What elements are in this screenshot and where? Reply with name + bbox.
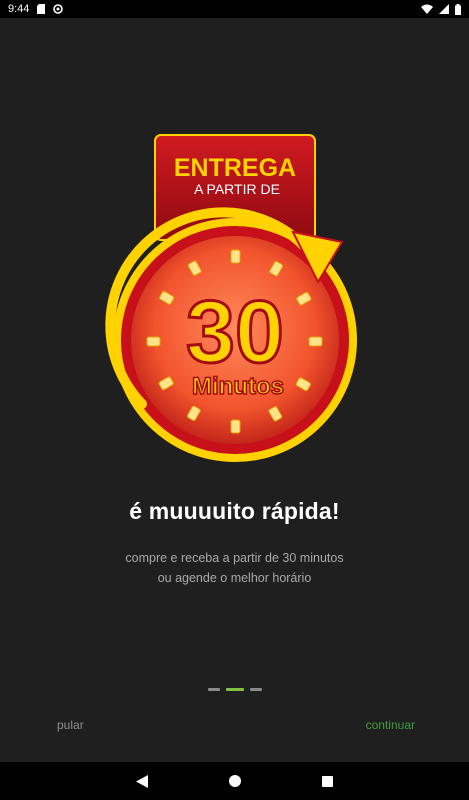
battery-icon (455, 3, 461, 15)
badge-subtitle: A PARTIR DE (194, 181, 280, 197)
badge-title: ENTREGA (174, 154, 296, 182)
wifi-icon (421, 4, 433, 14)
sd-card-icon (37, 4, 46, 14)
signal-icon (439, 4, 449, 14)
status-time: 9:44 (8, 3, 30, 15)
delivery-30-minutes-illustration: ENTREGA A PARTIR DE 30 Minutos (105, 134, 357, 462)
recents-button[interactable] (321, 774, 335, 788)
onboarding-subtitle: compre e receba a partir de 30 minutos o… (0, 548, 469, 588)
status-left: 9:44 (8, 3, 64, 15)
status-right (421, 3, 461, 15)
subtitle-line-1: compre e receba a partir de 30 minutos (125, 551, 344, 565)
subtitle-line-2: ou agende o melhor horário (157, 571, 312, 585)
recents-icon (322, 775, 333, 787)
continue-button[interactable]: continuar (366, 718, 415, 732)
home-icon (228, 775, 241, 787)
back-icon (135, 774, 148, 788)
onboarding-headline: é muuuuito rápida! (129, 498, 340, 524)
minutes-number: 30 (186, 282, 284, 381)
back-button[interactable] (135, 774, 149, 788)
page-dot (249, 688, 262, 691)
minutes-unit: Minutos (192, 373, 284, 400)
system-navigation-bar (0, 762, 469, 800)
sync-icon (53, 4, 64, 14)
home-button[interactable] (228, 774, 242, 788)
page-indicator (0, 688, 469, 691)
page-dot (207, 688, 220, 691)
page-dot-active (225, 688, 244, 691)
status-bar: 9:44 (0, 0, 469, 18)
skip-button[interactable]: pular (57, 718, 84, 732)
